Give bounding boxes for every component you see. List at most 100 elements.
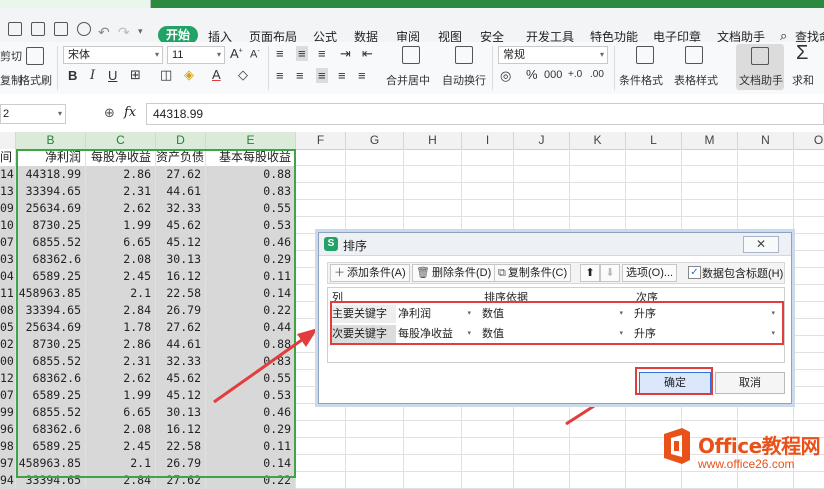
has-header-label[interactable]: 数据包含标题(H) <box>702 265 783 281</box>
indent-icon[interactable]: ⇥ <box>340 46 351 62</box>
underline-icon[interactable]: U <box>108 68 117 83</box>
table-cell[interactable] <box>404 404 462 421</box>
table-style-label[interactable]: 表格样式 <box>674 72 718 88</box>
table-cell[interactable] <box>794 336 824 353</box>
table-cell[interactable]: 每股净收益 <box>86 149 156 166</box>
table-cell[interactable] <box>570 438 626 455</box>
table-cell[interactable] <box>514 149 570 166</box>
table-cell[interactable]: 6.65 <box>86 404 156 421</box>
table-cell[interactable]: 45.12 <box>156 234 206 251</box>
align-center-icon[interactable]: ≡ <box>296 68 304 83</box>
table-cell[interactable]: 12 <box>0 370 16 387</box>
table-cell[interactable] <box>738 183 794 200</box>
table-cell[interactable]: 2.84 <box>86 472 156 489</box>
table-cell[interactable]: 45.62 <box>156 370 206 387</box>
table-cell[interactable] <box>682 404 738 421</box>
table-cell[interactable] <box>462 472 514 489</box>
table-cell[interactable] <box>514 166 570 183</box>
table-cell[interactable] <box>404 421 462 438</box>
column-header[interactable]: H <box>404 132 462 149</box>
ok-button[interactable]: 确定 <box>639 372 711 394</box>
table-cell[interactable] <box>346 455 404 472</box>
table-cell[interactable]: 2.45 <box>86 268 156 285</box>
table-cell[interactable] <box>794 166 824 183</box>
table-cell[interactable]: 44318.99 <box>16 166 86 183</box>
wrap-text-label[interactable]: 自动换行 <box>442 72 486 88</box>
table-cell[interactable]: 6855.52 <box>16 404 86 421</box>
table-cell[interactable]: 0.88 <box>206 166 296 183</box>
bold-icon[interactable]: B <box>68 68 77 83</box>
table-cell[interactable] <box>570 200 626 217</box>
table-cell[interactable] <box>346 200 404 217</box>
table-cell[interactable] <box>346 166 404 183</box>
column-header[interactable]: D <box>156 132 206 149</box>
table-cell[interactable]: 2.62 <box>86 370 156 387</box>
table-cell[interactable] <box>794 404 824 421</box>
table-cell[interactable]: 16.12 <box>156 268 206 285</box>
table-cell[interactable]: 04 <box>0 268 16 285</box>
column-header[interactable]: E <box>206 132 296 149</box>
table-cell[interactable] <box>794 319 824 336</box>
table-cell[interactable]: 08 <box>0 302 16 319</box>
table-cell[interactable]: 0.88 <box>206 336 296 353</box>
distributed-icon[interactable]: ≡ <box>358 68 366 83</box>
table-cell[interactable] <box>794 234 824 251</box>
save-icon[interactable] <box>8 22 22 36</box>
border-icon[interactable]: ⊞ <box>130 67 141 83</box>
currency-icon[interactable]: ◎ <box>500 68 511 84</box>
table-cell[interactable]: 27.62 <box>156 472 206 489</box>
table-cell[interactable]: 68362.6 <box>16 421 86 438</box>
table-cell[interactable]: 基本每股收益 <box>206 149 296 166</box>
table-cell[interactable] <box>404 455 462 472</box>
table-cell[interactable] <box>794 217 824 234</box>
table-cell[interactable]: 0.83 <box>206 353 296 370</box>
table-cell[interactable]: 07 <box>0 234 16 251</box>
table-cell[interactable] <box>626 183 682 200</box>
table-cell[interactable]: 6855.52 <box>16 353 86 370</box>
table-cell[interactable]: 30.13 <box>156 251 206 268</box>
table-cell[interactable]: 1.78 <box>86 319 156 336</box>
table-cell[interactable]: 33394.65 <box>16 302 86 319</box>
name-box[interactable]: 2 ▾ <box>0 104 66 124</box>
table-cell[interactable]: 26.79 <box>156 302 206 319</box>
column-header[interactable]: I <box>462 132 514 149</box>
table-cell[interactable]: 44.61 <box>156 336 206 353</box>
column-header[interactable]: G <box>346 132 404 149</box>
print-icon[interactable] <box>54 22 68 36</box>
merge-center-icon[interactable] <box>402 46 420 64</box>
undo-icon[interactable]: ↶ <box>98 24 110 41</box>
close-button[interactable]: ✕ <box>743 236 779 253</box>
table-cell[interactable] <box>794 183 824 200</box>
table-cell[interactable] <box>570 455 626 472</box>
outdent-icon[interactable]: ⇤ <box>362 46 373 62</box>
font-size-select[interactable]: 11 ▾ <box>167 46 225 64</box>
clear-icon[interactable]: ◇ <box>238 67 248 83</box>
table-cell[interactable] <box>626 166 682 183</box>
table-cell[interactable] <box>346 404 404 421</box>
table-cell[interactable]: 0.29 <box>206 251 296 268</box>
formula-input[interactable]: 44318.99 <box>146 103 824 125</box>
table-cell[interactable]: 2.86 <box>86 166 156 183</box>
table-cell[interactable] <box>794 285 824 302</box>
grow-font-icon[interactable]: A+ <box>230 46 243 61</box>
table-cell[interactable] <box>404 166 462 183</box>
table-cell[interactable]: 45.12 <box>156 387 206 404</box>
table-cell[interactable]: 14 <box>0 166 16 183</box>
conditional-format-icon[interactable] <box>636 46 654 64</box>
merge-center-label[interactable]: 合并居中 <box>386 72 430 88</box>
table-cell[interactable]: 33394.65 <box>16 472 86 489</box>
column-header[interactable]: O <box>794 132 824 149</box>
table-cell[interactable]: 资产负债 <box>156 149 206 166</box>
table-cell[interactable]: 68362.6 <box>16 370 86 387</box>
column-header[interactable]: J <box>514 132 570 149</box>
table-cell[interactable] <box>462 455 514 472</box>
cut-label[interactable]: 剪切 <box>0 48 22 64</box>
table-cell[interactable]: 6589.25 <box>16 438 86 455</box>
table-cell[interactable] <box>514 472 570 489</box>
table-cell[interactable] <box>514 455 570 472</box>
table-cell[interactable] <box>682 149 738 166</box>
table-cell[interactable]: 32.33 <box>156 200 206 217</box>
table-cell[interactable] <box>570 472 626 489</box>
table-cell[interactable] <box>346 149 404 166</box>
column-header[interactable]: N <box>738 132 794 149</box>
